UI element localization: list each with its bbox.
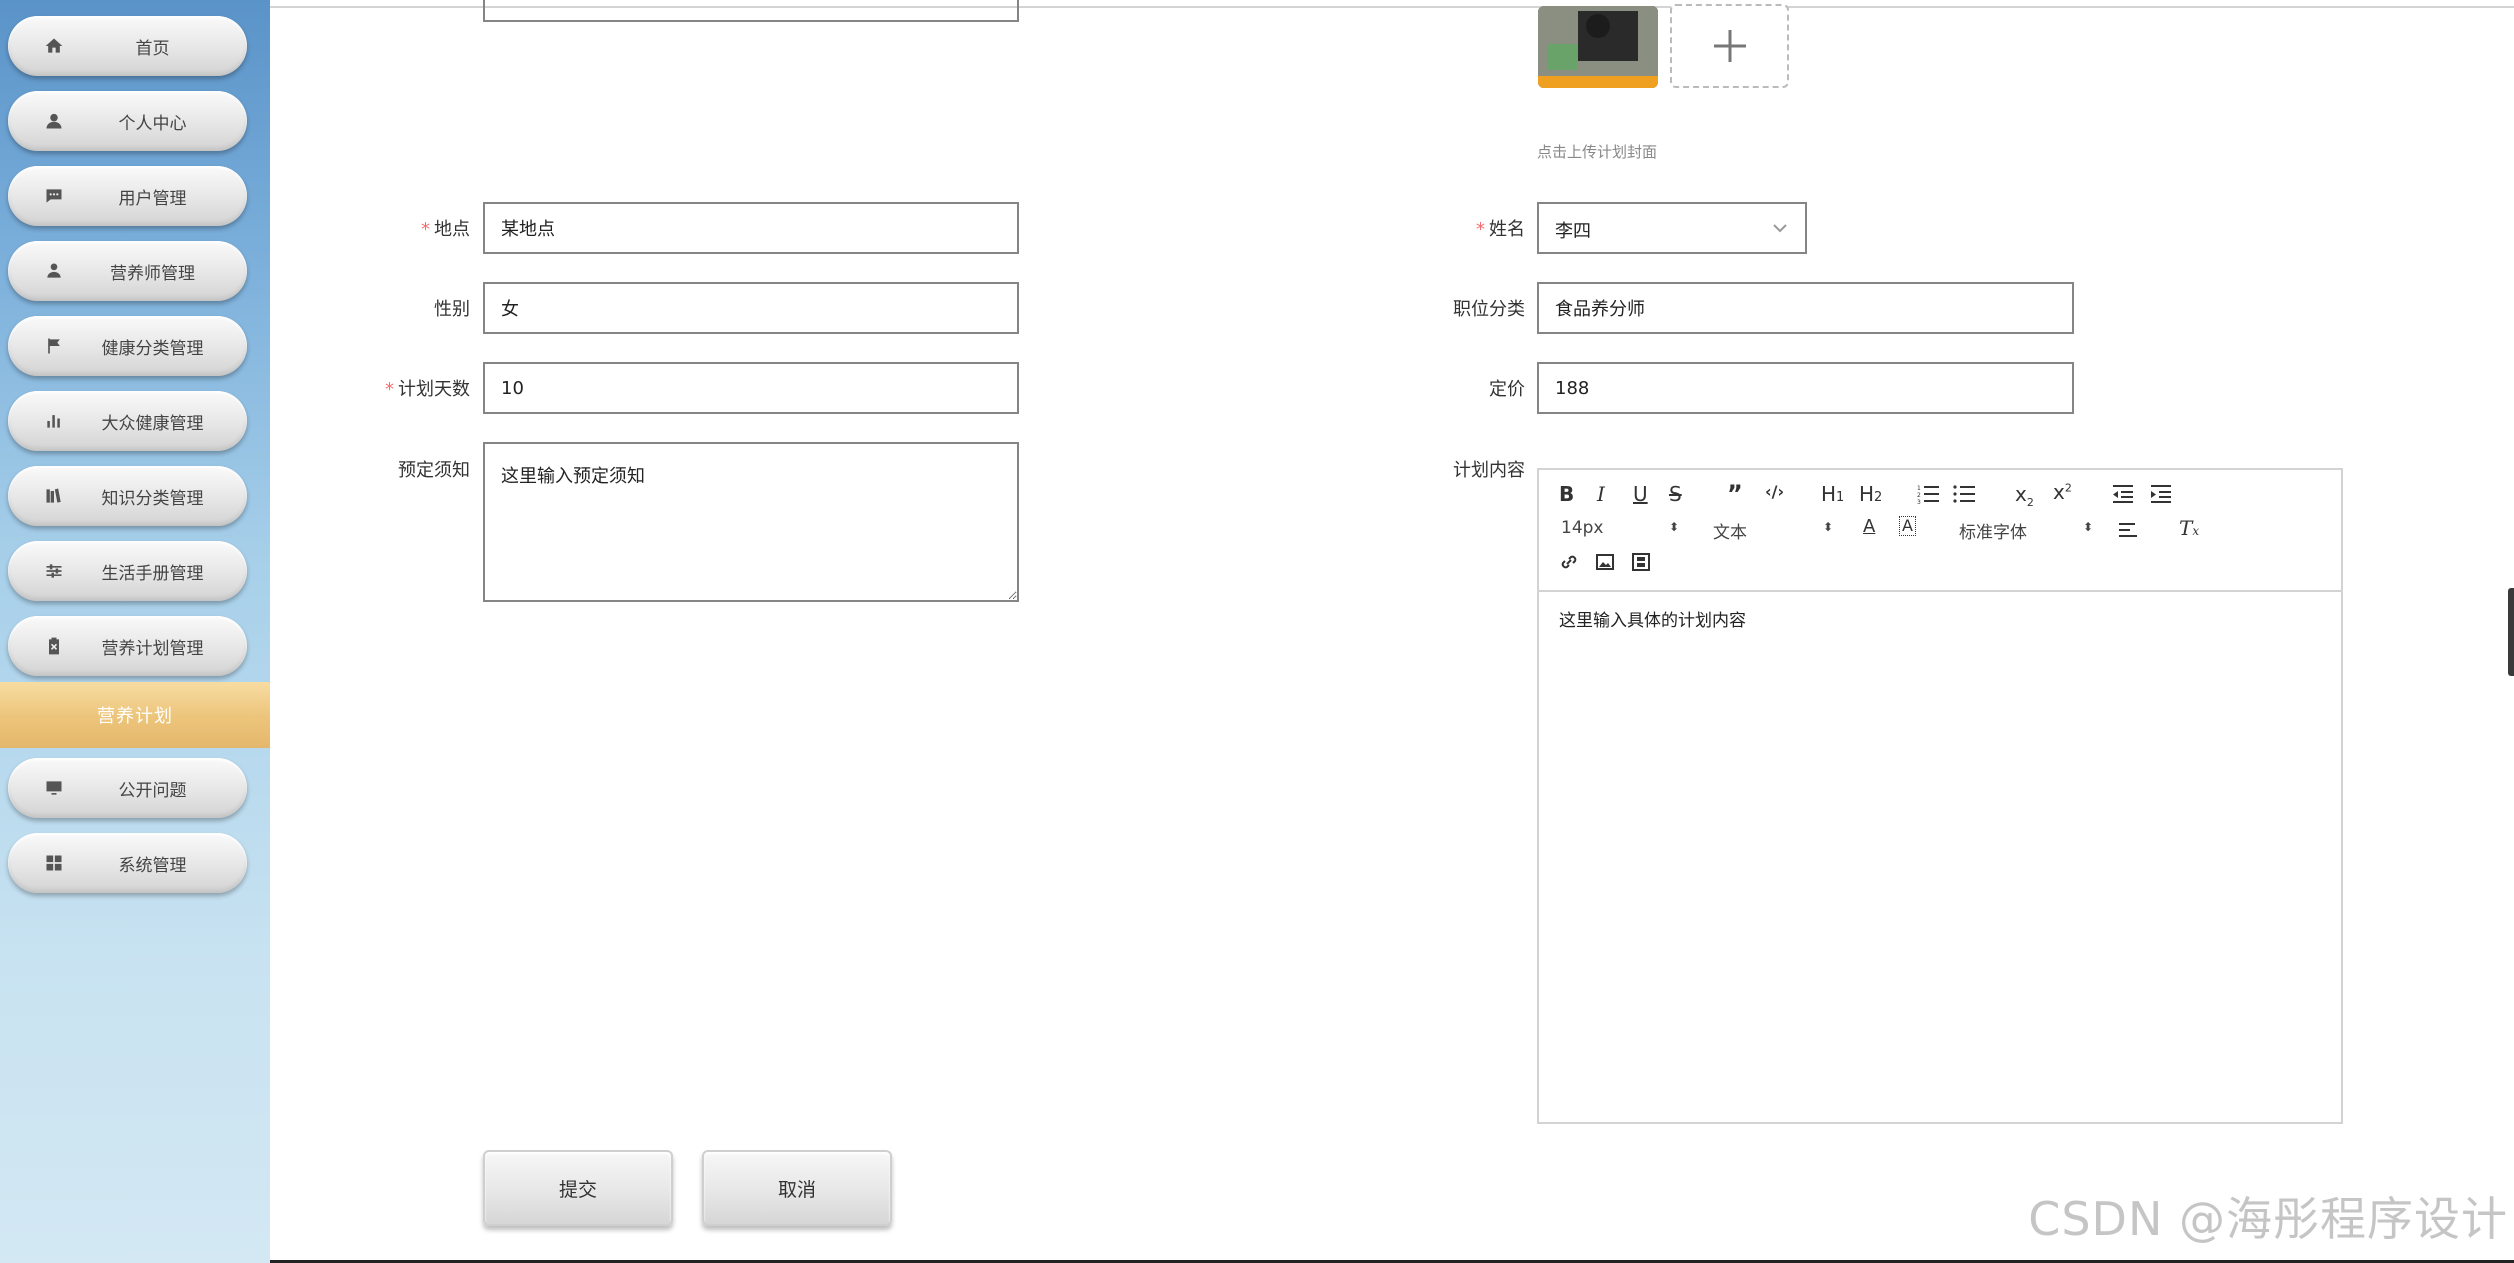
font-color-icon[interactable]: A — [1863, 516, 1875, 537]
position-input[interactable] — [1537, 282, 2074, 334]
sidebar-item-label: 健康分类管理 — [101, 338, 204, 359]
strikethrough-icon[interactable]: S — [1669, 482, 1682, 506]
gender-label: 性别 — [434, 299, 470, 320]
rich-text-editor: B I U S ” ‹/› H1 H2 123 x2 x2 14px ⬍ 文本 ⬍ … — [1537, 468, 2343, 1124]
subscript-icon[interactable]: x2 — [2015, 482, 2034, 509]
sidebar-item-label: 生活手册管理 — [101, 563, 204, 584]
sidebar-item-system[interactable]: 系统管理 — [8, 833, 247, 893]
svg-text:2: 2 — [1917, 492, 1921, 499]
sidebar-item-health-category[interactable]: 健康分类管理 — [8, 316, 247, 376]
select-arrows-icon: ⬍ — [1823, 520, 1834, 534]
select-arrows-icon: ⬍ — [2083, 520, 2094, 534]
name-select[interactable]: 李四 — [1537, 202, 1807, 254]
svg-text:1: 1 — [1917, 485, 1921, 492]
select-arrows-icon: ⬍ — [1669, 520, 1680, 534]
clear-format-icon[interactable]: Tx — [2179, 516, 2199, 540]
side-handle[interactable] — [2508, 588, 2514, 676]
sidebar-item-label: 公开问题 — [118, 780, 187, 801]
position-label: 职位分类 — [1453, 299, 1525, 320]
background-color-icon[interactable]: A — [1899, 516, 1916, 536]
name-select-value: 李四 — [1555, 221, 1591, 242]
bold-icon[interactable]: B — [1559, 482, 1574, 506]
content-label: 计划内容 — [1453, 460, 1525, 481]
align-icon[interactable] — [2117, 522, 2139, 540]
grid-icon — [42, 851, 66, 875]
days-label: * 计划天数 — [385, 379, 470, 400]
plus-icon — [1713, 30, 1746, 62]
link-icon[interactable] — [1559, 552, 1579, 572]
sidebar-item-label: 用户管理 — [118, 188, 187, 209]
ordered-list-icon[interactable]: 123 — [1917, 484, 1939, 504]
sidebar-item-label: 营养计划管理 — [101, 638, 204, 659]
location-input[interactable] — [483, 202, 1019, 254]
submit-button[interactable]: 提交 — [483, 1150, 673, 1226]
upload-add-button[interactable] — [1670, 4, 1789, 88]
bar-chart-icon — [42, 409, 66, 433]
editor-content[interactable]: 这里输入具体的计划内容 — [1539, 590, 2341, 1122]
sidebar-item-nutrition-plan-mgmt[interactable]: 营养计划管理 — [8, 616, 247, 676]
sidebar-item-label: 系统管理 — [118, 855, 187, 876]
sliders-icon — [42, 559, 66, 583]
upload-tip: 点击上传计划封面 — [1537, 143, 1658, 161]
editor-toolbar: B I U S ” ‹/› H1 H2 123 x2 x2 14px ⬍ 文本 ⬍ … — [1539, 470, 2341, 592]
sidebar-item-nutritionists[interactable]: 营养师管理 — [8, 241, 247, 301]
sidebar-item-life-handbook[interactable]: 生活手册管理 — [8, 541, 247, 601]
header-select[interactable]: 文本 ⬍ — [1713, 518, 1833, 543]
sidebar-item-label: 大众健康管理 — [101, 413, 204, 434]
indent-icon[interactable] — [2149, 484, 2171, 504]
sidebar-item-profile[interactable]: 个人中心 — [8, 91, 247, 151]
sidebar-item-users[interactable]: 用户管理 — [8, 166, 247, 226]
sidebar-item-label: 首页 — [135, 38, 170, 59]
previous-field-bottom — [483, 0, 1019, 22]
user-icon — [42, 109, 66, 133]
heading2-icon[interactable]: H2 — [1859, 482, 1882, 506]
flag-icon — [42, 334, 66, 358]
underline-icon[interactable]: U — [1633, 482, 1648, 506]
required-mark: * — [421, 219, 430, 240]
sidebar-item-home[interactable]: 首页 — [8, 16, 247, 76]
font-size-select[interactable]: 14px ⬍ — [1561, 518, 1681, 538]
person-icon — [42, 259, 66, 283]
svg-text:3: 3 — [1917, 499, 1921, 504]
font-family-select[interactable]: 标准字体 ⬍ — [1959, 518, 2099, 543]
required-mark: * — [1476, 219, 1485, 240]
clipboard-icon — [42, 634, 66, 658]
home-icon — [42, 34, 66, 58]
code-icon[interactable]: ‹/› — [1765, 482, 1784, 501]
notice-label: 预定须知 — [398, 460, 470, 481]
superscript-icon[interactable]: x2 — [2053, 480, 2072, 504]
cover-image-thumbnail[interactable] — [1538, 6, 1658, 88]
required-mark: * — [385, 379, 394, 400]
sidebar-item-label: 知识分类管理 — [101, 488, 204, 509]
sidebar: 首页 个人中心 用户管理 营养师管理 健康分类管理 大众健康管理 知识分类管理 … — [0, 0, 270, 1263]
italic-icon[interactable]: I — [1597, 482, 1605, 506]
outdent-icon[interactable] — [2111, 484, 2133, 504]
watermark: CSDN @海彤程序设计 — [2028, 1192, 2508, 1246]
chat-icon — [42, 184, 66, 208]
video-icon[interactable] — [1631, 552, 1651, 572]
sidebar-item-label: 个人中心 — [118, 113, 187, 134]
sidebar-item-public-health[interactable]: 大众健康管理 — [8, 391, 247, 451]
chevron-down-icon — [1773, 224, 1787, 233]
price-input[interactable] — [1537, 362, 2074, 414]
sidebar-item-public-questions[interactable]: 公开问题 — [8, 758, 247, 818]
location-label: * 地点 — [421, 219, 470, 240]
days-input[interactable] — [483, 362, 1019, 414]
sidebar-item-knowledge-category[interactable]: 知识分类管理 — [8, 466, 247, 526]
bullet-list-icon[interactable] — [1953, 484, 1975, 504]
cancel-button[interactable]: 取消 — [702, 1150, 892, 1226]
name-label: * 姓名 — [1476, 219, 1525, 240]
heading1-icon[interactable]: H1 — [1821, 482, 1844, 506]
image-icon[interactable] — [1595, 552, 1615, 572]
gender-input[interactable] — [483, 282, 1019, 334]
cover-image — [1538, 6, 1658, 88]
sidebar-item-nutrition-plan-active[interactable]: 营养计划 — [0, 682, 270, 748]
monitor-icon — [42, 776, 66, 800]
sidebar-item-label: 营养师管理 — [110, 263, 195, 284]
library-icon — [42, 484, 66, 508]
price-label: 定价 — [1489, 379, 1525, 400]
notice-textarea[interactable]: 这里输入预定须知 — [483, 442, 1019, 602]
sidebar-item-label: 营养计划 — [97, 706, 173, 727]
blockquote-icon[interactable]: ” — [1727, 480, 1743, 508]
